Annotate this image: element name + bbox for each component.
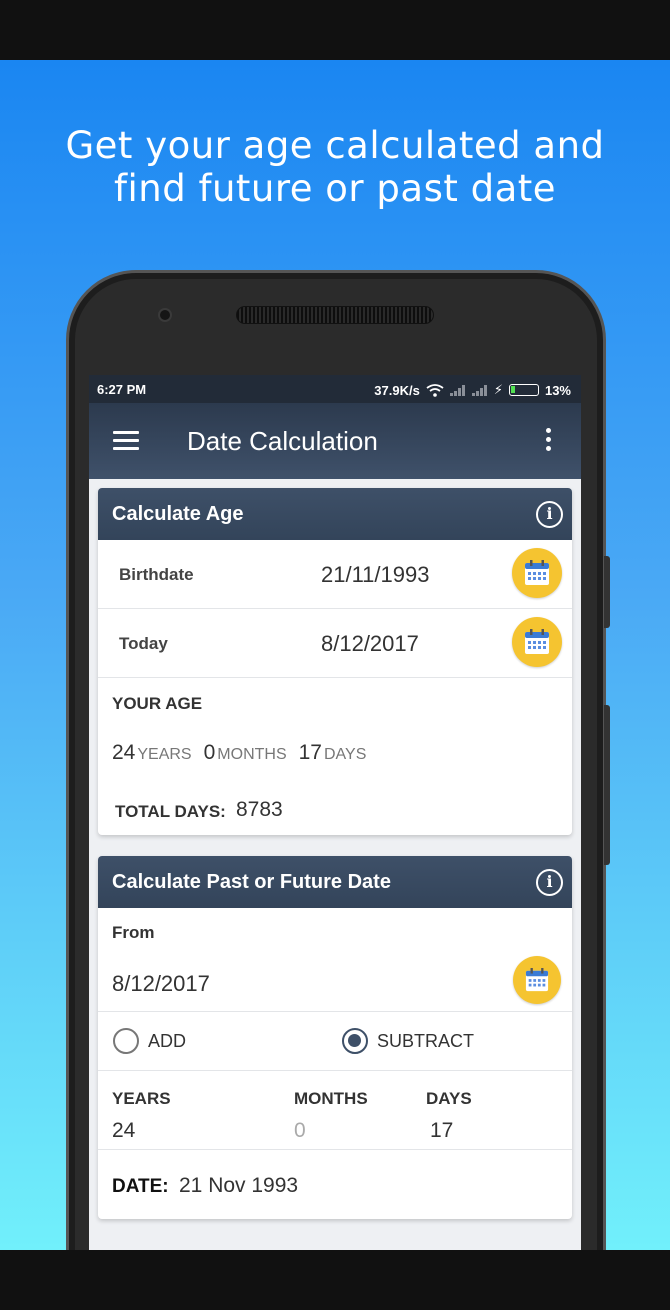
from-value[interactable]: 8/12/2017 — [112, 971, 210, 997]
calculate-date-card: Calculate Past or Future Date i From 8/1… — [98, 856, 572, 1219]
status-right: 37.9K/s ⚡ 13% — [374, 382, 571, 398]
years-label: YEARS — [112, 1089, 171, 1108]
birthdate-calendar-button[interactable] — [512, 548, 562, 598]
days-label: DAYS — [426, 1089, 472, 1108]
months-value[interactable]: 0 — [294, 1119, 306, 1143]
subtract-label: SUBTRACT — [377, 1030, 475, 1051]
volume-button — [604, 705, 610, 865]
today-label: Today — [119, 634, 168, 653]
age-years-value: 24 — [112, 741, 136, 764]
calendar-icon — [525, 629, 549, 654]
from-calendar-button[interactable] — [513, 956, 561, 1004]
add-label: ADD — [148, 1030, 187, 1051]
total-days-value: 8783 — [236, 798, 283, 821]
your-age-label: YOUR AGE — [112, 694, 203, 713]
birthdate-row[interactable]: Birthdate 21/11/1993 — [98, 540, 572, 609]
battery-icon — [508, 384, 539, 396]
age-months-value: 0 — [203, 741, 216, 764]
age-years-unit: YEARS — [137, 746, 192, 763]
promo-headline: Get your age calculated and find future … — [0, 124, 670, 210]
signal-icon-1 — [449, 384, 466, 396]
mode-row: ADD SUBTRACT — [98, 1012, 572, 1071]
total-days-label: TOTAL DAYS: — [115, 802, 226, 821]
charging-icon: ⚡ — [493, 382, 503, 397]
top-black-band — [0, 0, 670, 60]
months-label: MONTHS — [294, 1089, 368, 1108]
promo-line-1: Get your age calculated and — [65, 124, 605, 167]
today-row[interactable]: Today 8/12/2017 — [98, 609, 572, 678]
front-camera — [158, 308, 172, 322]
from-row[interactable]: From 8/12/2017 — [98, 908, 572, 1012]
age-days-unit: DAYS — [323, 746, 367, 763]
age-days-value: 17 — [298, 741, 322, 764]
info-icon[interactable]: i — [536, 869, 563, 896]
age-result: YOUR AGE 24 YEARS 0 MONTHS 17 DAYS TOTAL DAYS… — [98, 678, 572, 835]
signal-icon-2 — [471, 384, 488, 396]
date-value: 21 Nov 1993 — [179, 1174, 299, 1197]
calculate-age-header: Calculate Age i — [98, 488, 572, 540]
birthdate-value[interactable]: 21/11/1993 — [321, 562, 429, 588]
today-calendar-button[interactable] — [512, 617, 562, 667]
add-radio-circle[interactable] — [113, 1028, 139, 1054]
calendar-icon — [525, 968, 549, 992]
calculate-date-title: Calculate Past or Future Date — [112, 871, 391, 893]
bottom-black-band — [0, 1250, 670, 1310]
menu-icon[interactable] — [113, 431, 139, 451]
calculate-age-card: Calculate Age i Birthdate 21/11/1993 Tod… — [98, 488, 572, 835]
app-bar: Date Calculation — [89, 403, 581, 479]
subtract-radio[interactable]: SUBTRACT — [342, 1028, 474, 1054]
calendar-icon — [525, 560, 549, 585]
add-radio[interactable]: ADD — [113, 1028, 186, 1054]
birthdate-label: Birthdate — [119, 565, 194, 584]
status-bar: 6:27 PM 37.9K/s ⚡ 13% — [89, 375, 581, 403]
today-value[interactable]: 8/12/2017 — [321, 631, 419, 657]
wifi-icon — [426, 383, 444, 397]
date-label: DATE: — [112, 1176, 169, 1197]
promo-line-2: find future or past date — [113, 167, 557, 210]
app-title: Date Calculation — [187, 426, 378, 456]
overflow-menu-icon[interactable] — [539, 428, 557, 454]
info-icon[interactable]: i — [536, 501, 563, 528]
phone-speaker — [236, 306, 434, 324]
subtract-radio-circle[interactable] — [342, 1028, 368, 1054]
age-months-unit: MONTHS — [217, 746, 287, 763]
network-speed: 37.9K/s — [374, 382, 420, 398]
offset-row: YEARS 24 MONTHS 0 DAYS 17 — [98, 1071, 572, 1150]
phone-screen: 6:27 PM 37.9K/s ⚡ 13% Date Calculation C… — [89, 375, 581, 1250]
calculate-age-title: Calculate Age — [112, 503, 244, 525]
status-time: 6:27 PM — [97, 382, 147, 397]
power-button — [604, 556, 610, 628]
age-breakdown: 24 YEARS 0 MONTHS 17 DAYS — [112, 741, 366, 765]
calculate-date-header: Calculate Past or Future Date i — [98, 856, 572, 908]
battery-percent: 13% — [544, 382, 571, 398]
years-value[interactable]: 24 — [112, 1119, 135, 1143]
result-date-row: DATE: 21 Nov 1993 — [98, 1150, 572, 1218]
from-label: From — [112, 923, 155, 942]
days-value[interactable]: 17 — [430, 1119, 453, 1143]
